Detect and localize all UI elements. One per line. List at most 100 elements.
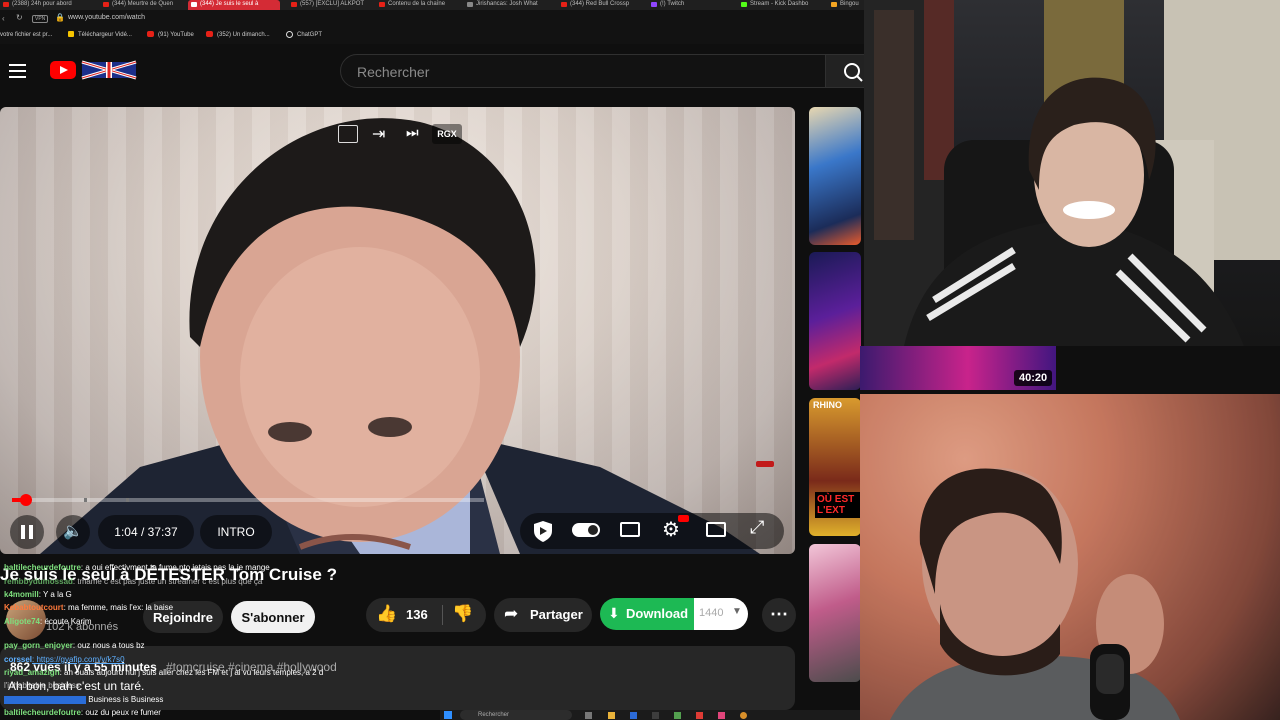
lock-icon: 🔒 xyxy=(55,13,65,22)
windows-start-icon[interactable] xyxy=(444,711,452,719)
tab-favicon-icon xyxy=(103,2,109,7)
taskbar-app-icon[interactable] xyxy=(718,712,725,719)
tab-favicon-icon xyxy=(741,2,747,7)
chat-message: riyad_amazigh: ah ouais aujourd hui j su… xyxy=(4,668,323,677)
webcam-bottom xyxy=(860,394,1280,720)
recommended-thumbnail[interactable]: RHINO OÙ EST L'EXT xyxy=(809,398,861,536)
chat-message: Kebabtoutcourt: ma femme, mais l'ex: la … xyxy=(4,603,173,612)
chat-username-highlight xyxy=(4,695,86,704)
taskbar-app-icon[interactable] xyxy=(696,712,703,719)
chat-text: Business is Business xyxy=(88,695,164,704)
bookmark-item[interactable]: Téléchargeur Vidé... xyxy=(78,32,132,38)
share-label: Partager xyxy=(530,607,583,622)
chatgpt-icon xyxy=(286,31,293,38)
download-quality-value: 1440 xyxy=(699,607,724,619)
fullscreen-icon[interactable]: ⤢ xyxy=(750,517,764,538)
url-field[interactable]: www.youtube.com/watch xyxy=(68,14,145,21)
subtitles-icon[interactable] xyxy=(620,522,640,537)
taskbar-app-icon[interactable] xyxy=(585,712,592,719)
popout-icon[interactable] xyxy=(338,125,358,143)
chat-message: Business is Business xyxy=(4,695,163,704)
browser-tab[interactable]: Contenu de la chaîne xyxy=(376,0,456,10)
tab-label: (344) Red Bull Crossp xyxy=(570,1,630,7)
dislike-icon[interactable]: 👎 xyxy=(452,604,473,624)
youtube-bookmark-icon xyxy=(206,31,213,37)
tab-label: Jirishancas: Josh What xyxy=(476,1,538,7)
bookmark-item[interactable]: (91) YouTube xyxy=(158,32,194,38)
browser-tab[interactable]: (344) Meurtre de Quen xyxy=(100,0,186,10)
share-button[interactable]: ➦ Partager xyxy=(494,598,592,632)
chat-username: Aligote74 xyxy=(4,617,41,626)
menu-icon[interactable] xyxy=(9,64,26,78)
chat-username: rembbydumossad xyxy=(4,577,73,586)
recommended-thumbnail[interactable] xyxy=(809,544,861,682)
chat-message: corssel: https://gyafip.com/v/k7s0 xyxy=(4,655,125,664)
browser-icon[interactable] xyxy=(740,712,747,719)
recommended-thumbnail[interactable] xyxy=(809,107,861,245)
bookmark-item[interactable]: (352) Un dimanch... xyxy=(217,32,270,38)
chat-text: : écoute Karim xyxy=(40,617,92,626)
chat-text[interactable]: : https://gyafip.com/v/k7s0 xyxy=(32,655,124,664)
chat-username: pay_gorn_enjoyer xyxy=(4,641,73,650)
chat-text: : a oui effectivment ta fume pto jetais … xyxy=(80,563,270,572)
tab-favicon-icon xyxy=(467,2,473,7)
rgx-extension-button[interactable]: RGX xyxy=(432,124,462,144)
time-display: 1:04 / 37:37 xyxy=(98,515,194,549)
download-button[interactable]: ⬇ Download xyxy=(600,598,694,630)
browser-tab[interactable]: Jirishancas: Josh What xyxy=(464,0,554,10)
chat-message: baltilecheurdefoutre: a oui effectivment… xyxy=(4,563,270,572)
browser-tab-bar: (2388) 24h pour abord (344) Meurtre de Q… xyxy=(0,0,864,10)
taskbar-app-icon[interactable] xyxy=(630,712,637,719)
chapter-button[interactable]: INTRO xyxy=(200,515,272,549)
chat-username: baltilecheurdefoutre xyxy=(4,563,81,572)
browser-tab[interactable]: (2388) 24h pour abord xyxy=(0,0,98,10)
share-icon: ➦ xyxy=(504,604,519,623)
taskbar-app-icon[interactable] xyxy=(674,712,681,719)
tab-label: Contenu de la chaîne xyxy=(388,1,446,7)
skip-icon[interactable]: ⏭ xyxy=(406,124,419,141)
pause-button[interactable] xyxy=(10,515,44,549)
chat-message: l'inhabitable business xyxy=(4,681,80,690)
chat-text: : ouz du peux re fumer xyxy=(80,708,161,717)
chat-text: : ouz nous a tous bz xyxy=(72,641,145,650)
browser-tab[interactable]: Bingou xyxy=(828,0,864,10)
folder-icon[interactable] xyxy=(608,712,615,719)
recommended-thumbnail[interactable] xyxy=(809,252,861,390)
taskbar-app-icon[interactable] xyxy=(652,712,659,719)
like-count[interactable]: 136 xyxy=(406,607,428,622)
chat-username: riyad_amazigh xyxy=(4,668,60,677)
browser-tab[interactable]: (!) Twitch xyxy=(648,0,728,10)
exit-icon[interactable]: ⇥ xyxy=(372,124,385,144)
video-player[interactable]: ⇥ ⏭ RGX 🔈 1:04 / 37:37 INTRO ⚙ ⤢ xyxy=(0,107,795,554)
tab-favicon-icon xyxy=(3,2,9,7)
progress-track[interactable] xyxy=(12,494,484,506)
browser-tab-active[interactable]: (344) Je suis le seul à xyxy=(188,0,280,10)
download-label: Download xyxy=(626,606,689,621)
youtube-logo-icon[interactable] xyxy=(50,61,76,79)
shield-icon[interactable] xyxy=(532,519,554,543)
chevron-down-icon: ▼ xyxy=(732,606,742,617)
webcam-top xyxy=(864,0,1280,346)
browser-tab[interactable]: (344) Red Bull Crossp xyxy=(558,0,642,10)
back-icon[interactable]: ‹ xyxy=(2,14,5,23)
more-actions-icon[interactable]: ⋯ xyxy=(762,598,796,632)
vpn-badge[interactable]: VPN xyxy=(32,15,49,23)
tab-favicon-icon xyxy=(291,2,297,7)
subscribe-button[interactable]: S'abonner xyxy=(231,601,315,633)
pause-icon xyxy=(21,525,25,539)
bookmark-item[interactable]: ChatGPT xyxy=(297,32,322,38)
like-icon[interactable]: 👍 xyxy=(376,604,397,624)
autoplay-toggle[interactable] xyxy=(572,523,600,537)
bookmarks-bar: votre fichier est pr... Téléchargeur Vid… xyxy=(0,28,864,44)
address-bar: ‹ ↻ VPN 🔒 www.youtube.com/watch xyxy=(0,10,864,28)
taskbar-search[interactable]: Rechercher xyxy=(460,710,572,720)
search-input[interactable]: Rechercher xyxy=(340,54,826,88)
bookmark-item[interactable]: votre fichier est pr... xyxy=(0,32,52,38)
chat-message: rembbydumossad: tmame c est pas juste un… xyxy=(4,577,262,586)
reload-icon[interactable]: ↻ xyxy=(16,13,23,22)
volume-button[interactable]: 🔈 xyxy=(56,515,90,549)
browser-tab[interactable]: (557) [EXCLU] ALKPOT xyxy=(288,0,368,10)
download-quality-dropdown[interactable]: 1440 ▼ xyxy=(694,598,748,630)
theater-mode-icon[interactable] xyxy=(706,522,726,537)
browser-tab[interactable]: Stream - Kick Dashbo xyxy=(738,0,824,10)
